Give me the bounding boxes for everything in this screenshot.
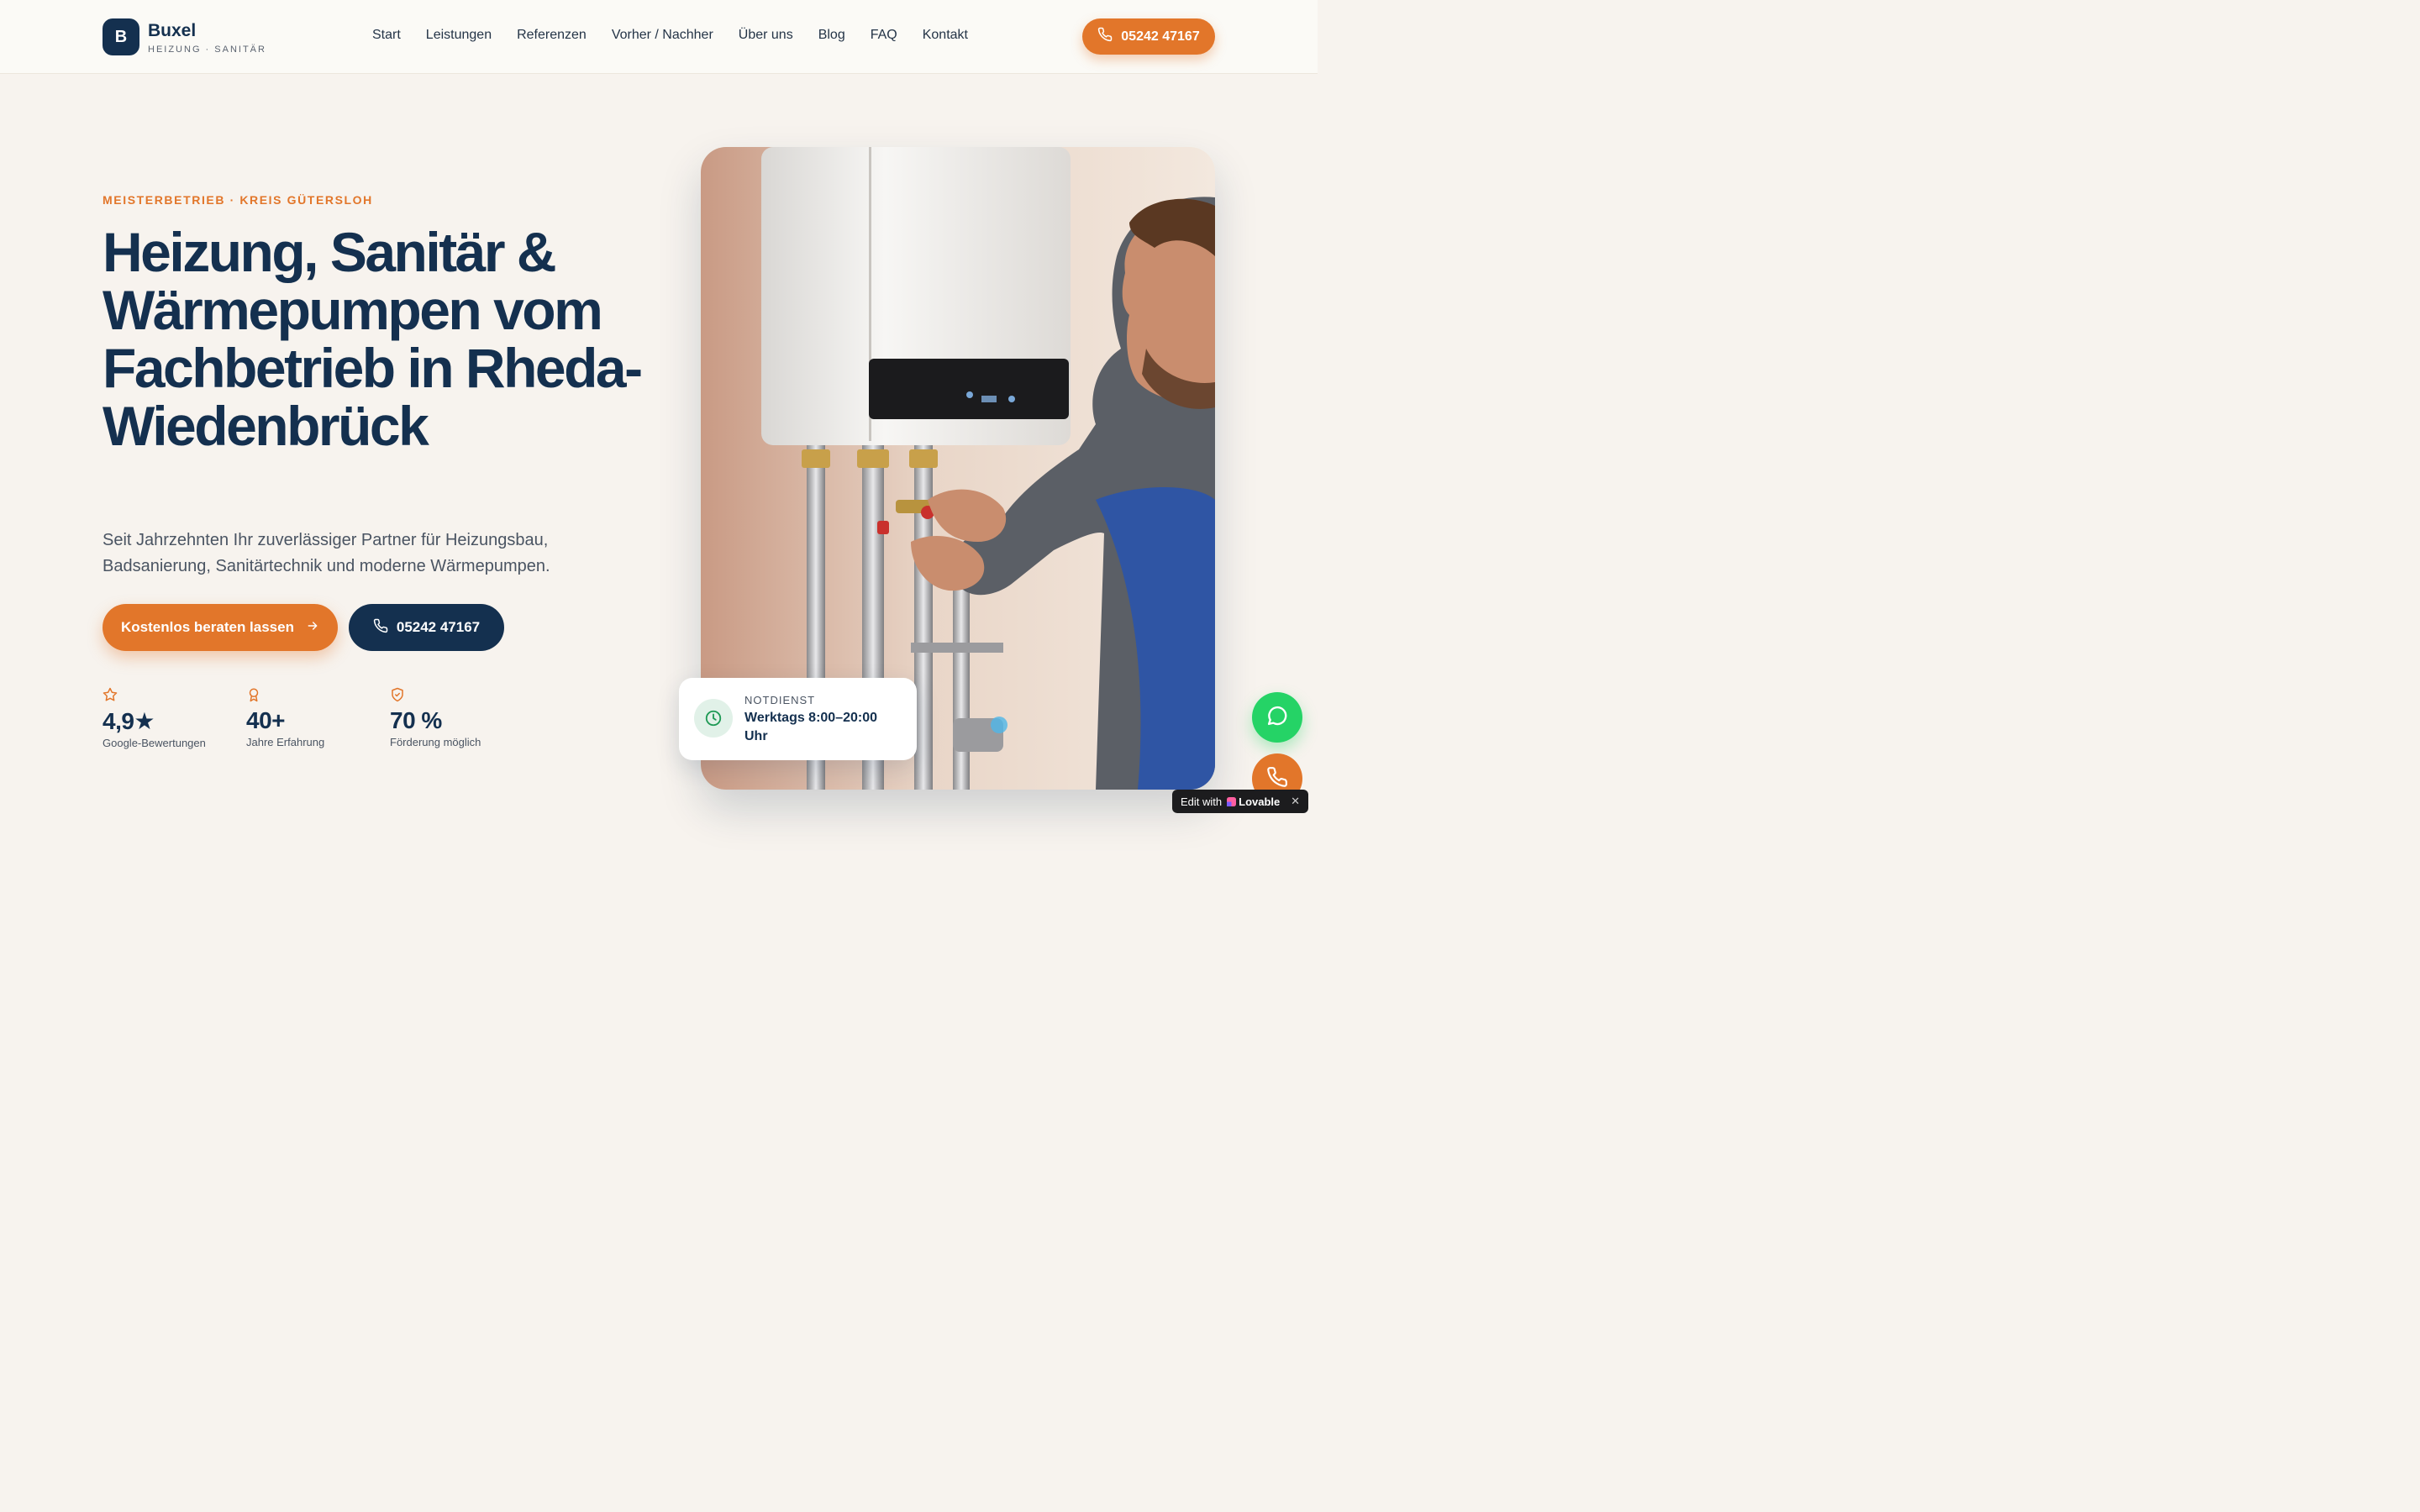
stat-value: 4,9★	[103, 708, 155, 734]
header-phone-number: 05242 47167	[1121, 29, 1200, 44]
star-icon	[103, 687, 118, 702]
site-header: B Buxel HEIZUNG · SANITÄR Start Leistung…	[0, 0, 1318, 74]
edit-with-lovable-badge[interactable]: Edit with Lovable ✕	[1172, 790, 1308, 813]
hero-headline: Heizung, Sanitär & Wärmepumpen vom Fachb…	[103, 221, 643, 457]
nav-item-faq[interactable]: FAQ	[871, 28, 897, 43]
nav-item-referenzen[interactable]: Referenzen	[517, 28, 587, 43]
nav-item-start[interactable]: Start	[372, 28, 401, 43]
close-icon[interactable]: ✕	[1291, 795, 1300, 808]
phone-icon	[373, 618, 388, 638]
brand-name[interactable]: Buxel	[148, 21, 196, 41]
stat-label: Förderung möglich	[390, 736, 481, 748]
hero-phone-button[interactable]: 05242 47167	[349, 604, 504, 651]
nav-item-leistungen[interactable]: Leistungen	[426, 28, 492, 43]
lovable-heart-icon	[1227, 796, 1237, 806]
nav-item-ueber-uns[interactable]: Über uns	[739, 28, 793, 43]
badge-prefix: Edit with	[1181, 795, 1223, 808]
header-phone-button[interactable]: 05242 47167	[1082, 18, 1215, 55]
lovable-logo: Lovable	[1227, 795, 1280, 808]
stat-experience: 40+ Jahre Erfahrung	[246, 687, 324, 748]
nav-item-kontakt[interactable]: Kontakt	[923, 28, 968, 43]
shield-check-icon	[390, 687, 405, 702]
phone-icon	[1097, 27, 1113, 46]
whatsapp-icon	[1265, 704, 1289, 732]
brand-tagline: HEIZUNG · SANITÄR	[148, 45, 266, 55]
stat-label: Google-Bewertungen	[103, 737, 206, 749]
stat-rating: 4,9★ Google-Bewertungen	[103, 687, 206, 749]
clock-icon	[694, 699, 733, 738]
phone-icon	[1266, 766, 1288, 792]
consultation-button[interactable]: Kostenlos beraten lassen	[103, 604, 338, 651]
nav-item-vorher-nachher[interactable]: Vorher / Nachher	[612, 28, 713, 43]
stat-value: 40+	[246, 707, 286, 733]
emergency-service-card: NOTDIENST Werktags 8:00–20:00 Uhr	[679, 678, 917, 760]
emergency-label: NOTDIENST	[744, 694, 816, 706]
hero-subtext: Seit Jahrzehnten Ihr zuverlässiger Partn…	[103, 531, 550, 575]
award-icon	[246, 687, 261, 702]
stat-label: Jahre Erfahrung	[246, 736, 325, 748]
nav-item-blog[interactable]: Blog	[818, 28, 845, 43]
consultation-button-label: Kostenlos beraten lassen	[121, 619, 294, 635]
whatsapp-button[interactable]	[1252, 692, 1302, 743]
arrow-right-icon	[306, 619, 319, 637]
main-nav: Start Leistungen Referenzen Vorher / Nac…	[372, 28, 993, 43]
hero-eyebrow: MEISTERBETRIEB · KREIS GÜTERSLOH	[103, 193, 373, 207]
stat-funding: 70 % Förderung möglich	[390, 687, 481, 748]
badge-brand: Lovable	[1239, 795, 1281, 808]
logo-mark[interactable]: B	[103, 18, 139, 55]
emergency-hours: Werktags 8:00–20:00 Uhr	[744, 711, 878, 743]
stat-value: 70 %	[390, 707, 442, 733]
hero-phone-number: 05242 47167	[396, 619, 481, 635]
